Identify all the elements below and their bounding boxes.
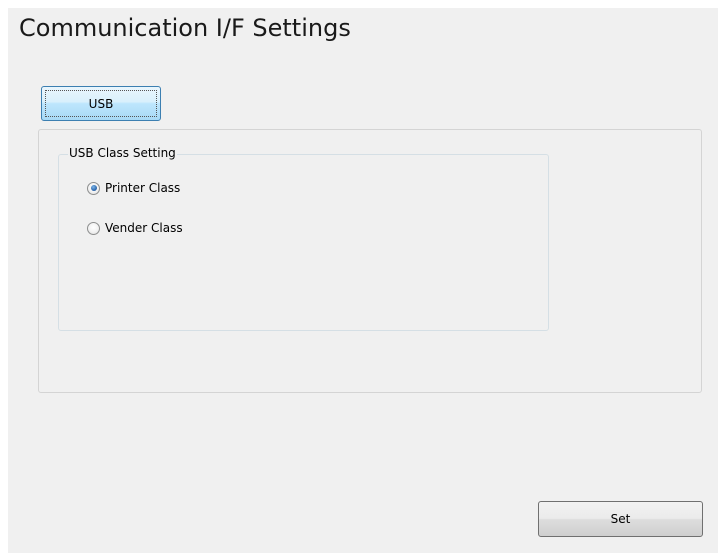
- set-button-label: Set: [610, 512, 631, 526]
- radio-checked-icon[interactable]: [87, 181, 100, 195]
- settings-window: Communication I/F Settings USB USB Class…: [8, 8, 718, 553]
- set-button[interactable]: Set: [538, 501, 703, 537]
- tab-usb[interactable]: USB: [41, 86, 161, 121]
- tab-panel: USB Class Setting Printer Class Vender C…: [38, 129, 702, 393]
- groupbox-legend: USB Class Setting: [68, 146, 177, 160]
- page-title: Communication I/F Settings: [19, 14, 351, 42]
- radio-unchecked-icon[interactable]: [87, 221, 100, 235]
- usb-class-groupbox: USB Class Setting Printer Class Vender C…: [58, 146, 549, 331]
- radio-vender-class[interactable]: Vender Class: [87, 221, 183, 235]
- radio-vender-class-label: Vender Class: [105, 221, 183, 235]
- tab-usb-label: USB: [88, 96, 114, 111]
- radio-printer-class[interactable]: Printer Class: [87, 181, 180, 195]
- radio-printer-class-label: Printer Class: [105, 181, 181, 195]
